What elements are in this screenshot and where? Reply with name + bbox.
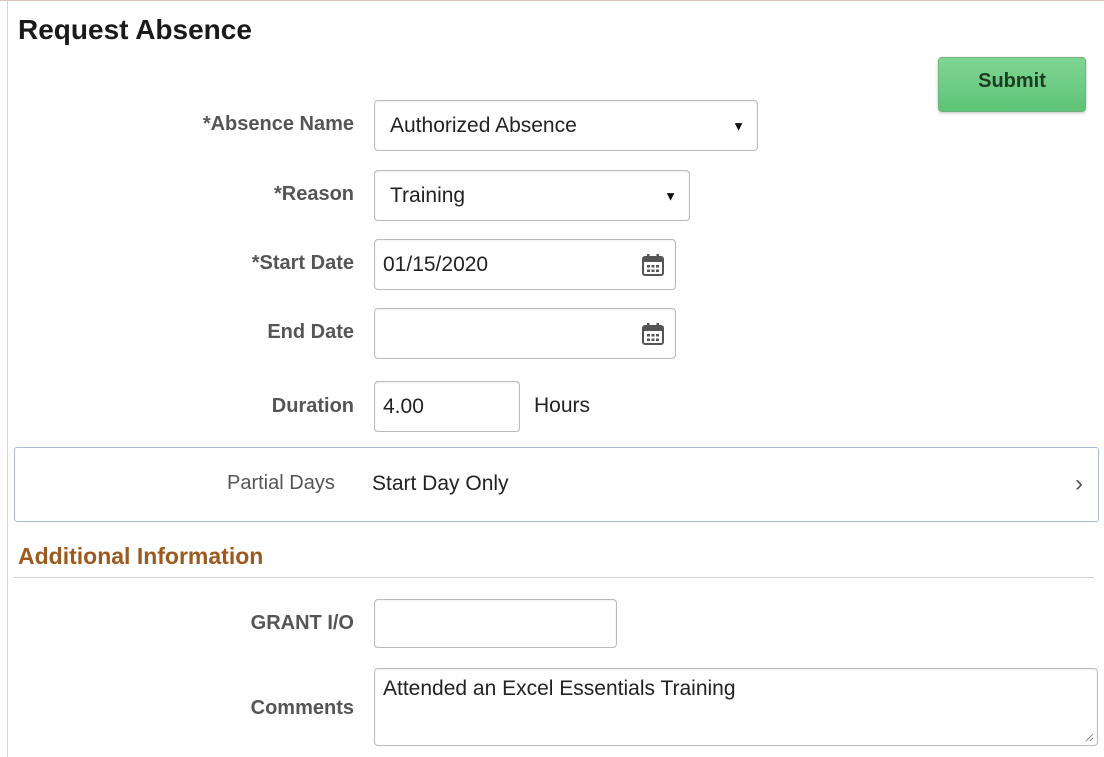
start-date-value: 01/15/2020: [383, 252, 489, 276]
partial-days-value: Start Day Only: [372, 472, 509, 495]
duration-input[interactable]: 4.00: [374, 381, 520, 432]
end-date-label: End Date: [267, 321, 354, 343]
start-date-field[interactable]: 01/15/2020: [374, 239, 676, 290]
calendar-icon[interactable]: [640, 252, 666, 278]
reason-select[interactable]: Training ▼: [374, 170, 690, 221]
duration-value: 4.00: [383, 394, 424, 418]
reason-label: *Reason: [273, 183, 354, 205]
comments-label: Comments: [250, 697, 354, 719]
section-divider: [14, 577, 1094, 578]
chevron-right-icon: ›: [1075, 470, 1083, 497]
duration-unit-label: Hours: [534, 394, 591, 417]
calendar-icon[interactable]: [640, 321, 666, 347]
frame-left-border: [7, 0, 8, 757]
caret-down-icon: ▼: [732, 118, 745, 133]
grant-io-input[interactable]: [374, 599, 617, 648]
frame-top-border: [0, 0, 1104, 1]
resize-grip-icon[interactable]: [1084, 732, 1094, 742]
start-date-label: *Start Date: [251, 252, 354, 274]
comments-value: Attended an Excel Essentials Training: [383, 677, 736, 700]
grant-io-label: GRANT I/O: [250, 612, 354, 634]
page-title: Request Absence: [18, 14, 252, 45]
duration-label: Duration: [271, 395, 354, 417]
section-title-additional-information: Additional Information: [18, 543, 264, 569]
submit-button[interactable]: Submit: [938, 57, 1086, 112]
end-date-field[interactable]: [374, 308, 676, 359]
partial-days-label: Partial Days: [227, 472, 335, 494]
caret-down-icon: ▼: [664, 188, 677, 203]
absence-name-value: Authorized Absence: [390, 113, 577, 137]
absence-name-label: *Absence Name: [202, 113, 354, 135]
absence-name-select[interactable]: Authorized Absence ▼: [374, 100, 758, 151]
partial-days-row[interactable]: Partial Days Start Day Only ›: [14, 447, 1099, 522]
reason-value: Training: [390, 183, 466, 207]
comments-textarea[interactable]: Attended an Excel Essentials Training: [374, 668, 1098, 746]
